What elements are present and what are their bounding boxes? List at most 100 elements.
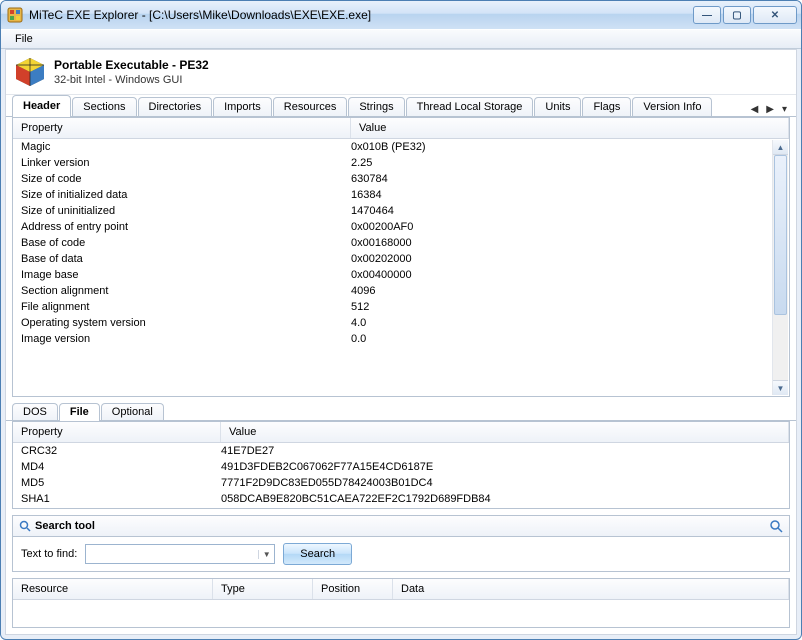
- tab-flags[interactable]: Flags: [582, 97, 631, 117]
- cell-property: Address of entry point: [21, 221, 351, 233]
- col-value[interactable]: Value: [351, 118, 789, 138]
- table-row[interactable]: Image version0.0: [13, 331, 789, 347]
- subtab-file[interactable]: File: [59, 403, 100, 421]
- menu-file[interactable]: File: [7, 31, 41, 47]
- cell-value: 41E7DE27: [221, 445, 781, 457]
- header-table-columns: Property Value: [13, 118, 789, 139]
- cell-property: File alignment: [21, 301, 351, 313]
- close-button[interactable]: ✕: [753, 6, 797, 24]
- cell-property: Linker version: [21, 157, 351, 169]
- cell-property: Operating system version: [21, 317, 351, 329]
- cell-value: 058DCAB9E820BC51CAEA722EF2C1792D689FDB84: [221, 493, 781, 505]
- pe-subtitle: 32-bit Intel - Windows GUI: [54, 74, 209, 86]
- table-row[interactable]: Size of uninitialized1470464: [13, 203, 789, 219]
- cell-value: 0x00202000: [351, 253, 781, 265]
- col-type[interactable]: Type: [213, 579, 313, 599]
- cell-property: Size of initialized data: [21, 189, 351, 201]
- cell-value: 16384: [351, 189, 781, 201]
- subtab-optional[interactable]: Optional: [101, 403, 164, 421]
- col-data[interactable]: Data: [393, 579, 789, 599]
- table-row[interactable]: SHA1058DCAB9E820BC51CAEA722EF2C1792D689F…: [13, 491, 789, 507]
- table-row[interactable]: CRC3241E7DE27: [13, 443, 789, 459]
- search-icon: [19, 520, 31, 532]
- header-table-rows: Magic0x010B (PE32)Linker version2.25Size…: [13, 139, 789, 396]
- tab-tls[interactable]: Thread Local Storage: [406, 97, 534, 117]
- table-row[interactable]: Magic0x010B (PE32): [13, 139, 789, 155]
- search-tool-body: Text to find: ▼ Search: [12, 536, 790, 572]
- table-row[interactable]: Image base0x00400000: [13, 267, 789, 283]
- cell-value: 1470464: [351, 205, 781, 217]
- search-label: Text to find:: [21, 548, 77, 560]
- scroll-thumb[interactable]: [774, 155, 787, 315]
- header-table: Property Value Magic0x010B (PE32)Linker …: [12, 117, 790, 397]
- rubik-cube-icon: [14, 56, 46, 88]
- subtab-dos[interactable]: DOS: [12, 403, 58, 421]
- maximize-button[interactable]: ▢: [723, 6, 751, 24]
- titlebar[interactable]: MiTeC EXE Explorer - [C:\Users\Mike\Down…: [1, 1, 801, 29]
- scrollbar[interactable]: ▲ ▼: [772, 140, 788, 395]
- col-property[interactable]: Property: [13, 118, 351, 138]
- table-row[interactable]: Address of entry point0x00200AF0: [13, 219, 789, 235]
- cell-property: Image base: [21, 269, 351, 281]
- client-area: Portable Executable - PE32 32-bit Intel …: [5, 49, 797, 635]
- cell-value: 0x00200AF0: [351, 221, 781, 233]
- tab-scroll-left-icon[interactable]: ◀: [748, 102, 762, 117]
- cell-value: 4096: [351, 285, 781, 297]
- scroll-up-icon[interactable]: ▲: [773, 140, 788, 155]
- cell-property: Image version: [21, 333, 351, 345]
- tab-units[interactable]: Units: [534, 97, 581, 117]
- cell-value: 0x00168000: [351, 237, 781, 249]
- pe-title: Portable Executable - PE32: [54, 58, 209, 72]
- table-row[interactable]: Linker version2.25: [13, 155, 789, 171]
- table-row[interactable]: Size of code630784: [13, 171, 789, 187]
- tab-scroll-right-icon[interactable]: ▶: [763, 102, 777, 117]
- cell-property: Magic: [21, 141, 351, 153]
- cell-value: 512: [351, 301, 781, 313]
- col-value[interactable]: Value: [221, 422, 789, 442]
- cell-property: SHA1: [21, 493, 221, 505]
- results-rows: [13, 600, 789, 627]
- col-property[interactable]: Property: [13, 422, 221, 442]
- scroll-down-icon[interactable]: ▼: [773, 380, 788, 395]
- table-row[interactable]: Size of initialized data16384: [13, 187, 789, 203]
- cell-property: Size of code: [21, 173, 351, 185]
- minimize-button[interactable]: —: [693, 6, 721, 24]
- magnifier-icon[interactable]: [769, 519, 783, 533]
- col-resource[interactable]: Resource: [13, 579, 213, 599]
- cell-value: 2.25: [351, 157, 781, 169]
- app-window: MiTeC EXE Explorer - [C:\Users\Mike\Down…: [0, 0, 802, 640]
- col-position[interactable]: Position: [313, 579, 393, 599]
- sub-tabs: DOS File Optional: [6, 403, 796, 421]
- cell-value: 0x010B (PE32): [351, 141, 781, 153]
- tab-header[interactable]: Header: [12, 95, 71, 117]
- pe-summary: Portable Executable - PE32 32-bit Intel …: [6, 50, 796, 95]
- tab-dropdown-icon[interactable]: ▾: [779, 102, 790, 117]
- tab-sections[interactable]: Sections: [72, 97, 136, 117]
- cell-property: MD5: [21, 477, 221, 489]
- cell-value: 4.0: [351, 317, 781, 329]
- table-row[interactable]: MD4491D3FDEB2C067062F77A15E4CD6187E: [13, 459, 789, 475]
- table-row[interactable]: Section alignment4096: [13, 283, 789, 299]
- table-row[interactable]: Operating system version4.0: [13, 315, 789, 331]
- hash-table: Property Value CRC3241E7DE27MD4491D3FDEB…: [12, 421, 790, 509]
- cell-property: CRC32: [21, 445, 221, 457]
- tab-strings[interactable]: Strings: [348, 97, 404, 117]
- tab-resources[interactable]: Resources: [273, 97, 348, 117]
- table-row[interactable]: Base of code0x00168000: [13, 235, 789, 251]
- search-input[interactable]: ▼: [85, 544, 275, 564]
- table-row[interactable]: File alignment512: [13, 299, 789, 315]
- cell-property: Size of uninitialized: [21, 205, 351, 217]
- results-columns: Resource Type Position Data: [13, 579, 789, 600]
- search-button[interactable]: Search: [283, 543, 352, 565]
- cell-property: Base of data: [21, 253, 351, 265]
- app-icon: [7, 7, 23, 23]
- chevron-down-icon[interactable]: ▼: [258, 550, 274, 559]
- tab-version-info[interactable]: Version Info: [632, 97, 712, 117]
- tab-directories[interactable]: Directories: [138, 97, 213, 117]
- table-row[interactable]: Base of data0x00202000: [13, 251, 789, 267]
- main-tabs: Header Sections Directories Imports Reso…: [6, 95, 796, 117]
- cell-value: 491D3FDEB2C067062F77A15E4CD6187E: [221, 461, 781, 473]
- search-tool-heading: Search tool: [35, 520, 769, 532]
- table-row[interactable]: MD57771F2D9DC83ED055D78424003B01DC4: [13, 475, 789, 491]
- tab-imports[interactable]: Imports: [213, 97, 272, 117]
